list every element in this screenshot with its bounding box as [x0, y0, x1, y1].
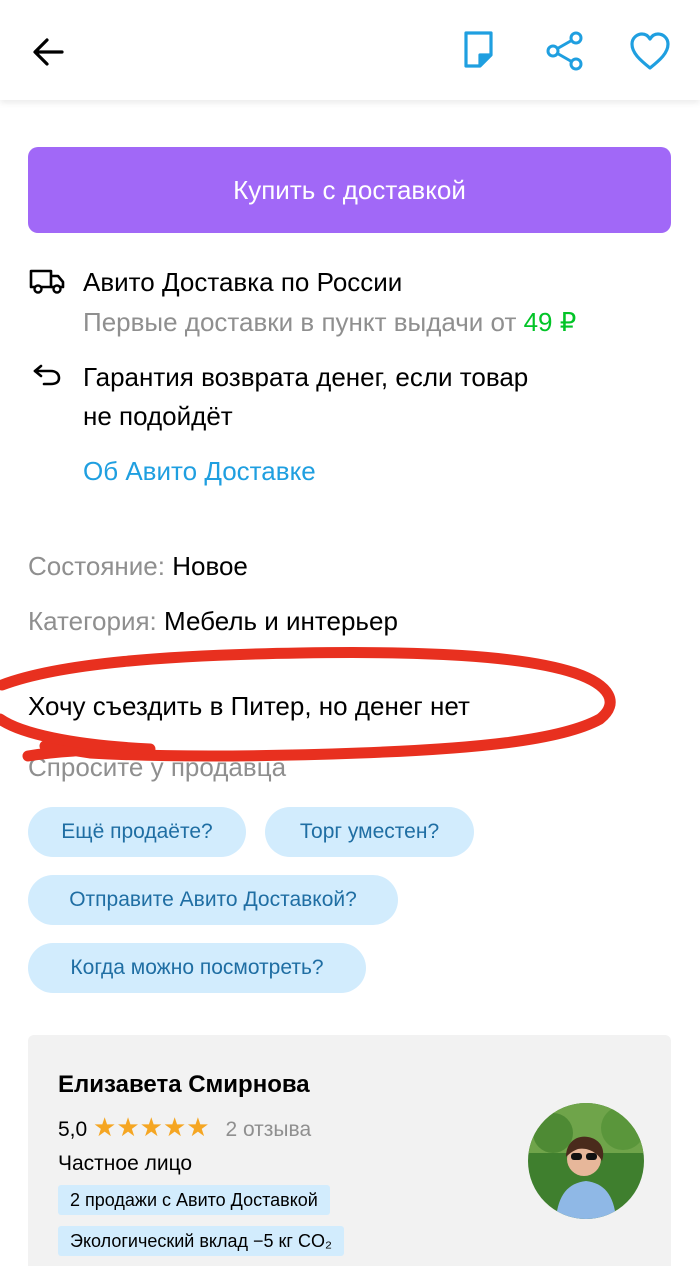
buy-with-delivery-button[interactable]: Купить с доставкой [28, 147, 671, 233]
chip-ship-delivery[interactable]: Отправите Авито Доставкой? [28, 875, 398, 925]
arrow-left-icon[interactable] [28, 32, 68, 72]
truck-icon [29, 269, 65, 294]
seller-reviews[interactable]: 2 отзыва [225, 1118, 311, 1141]
guarantee-line-2: не подойдёт [83, 401, 233, 431]
delivery-subtitle-text: Первые доставки в пункт выдачи от [83, 307, 517, 337]
category-label: Категория: [28, 606, 157, 636]
seller-sales-badge: 2 продажи с Авито Доставкой [58, 1185, 330, 1215]
heart-icon[interactable] [628, 30, 672, 72]
category-row: Категория: Мебель и интерьер [28, 606, 398, 637]
seller-eco-badge: Экологический вклад −5 кг CO₂ [58, 1226, 344, 1256]
star-icon: ★ [162, 1112, 187, 1142]
ask-seller-title: Спросите у продавца [28, 752, 287, 782]
star-icon: ★ [186, 1112, 210, 1142]
seller-rating: 5,0 [58, 1118, 88, 1141]
note-icon[interactable] [458, 28, 500, 72]
condition-value: Новое [172, 551, 248, 581]
condition-label: Состояние: [28, 551, 165, 581]
condition-row: Состояние: Новое [28, 551, 248, 582]
delivery-title: Авито Доставка по России [83, 267, 403, 297]
star-icon: ★ [139, 1112, 163, 1142]
top-bar [0, 0, 700, 100]
guarantee-line-1: Гарантия возврата денег, если товар [83, 362, 529, 392]
star-icon: ★ [116, 1112, 140, 1142]
chip-bargain[interactable]: Торг уместен? [265, 807, 474, 857]
star-icon: ★ [93, 1112, 117, 1142]
delivery-subtitle: Первые доставки в пункт выдачи от 49 ₽ [83, 307, 576, 338]
delivery-price: 49 ₽ [523, 307, 577, 337]
seller-name[interactable]: Елизавета Смирнова [58, 1071, 310, 1099]
seller-rating-row: 5,0 ★★★★★ 2 отзыва [58, 1112, 311, 1143]
chip-still-selling[interactable]: Ещё продаёте? [28, 807, 246, 857]
seller-type: Частное лицо [58, 1152, 193, 1175]
item-description: Хочу съездить в Питер, но денег нет [28, 691, 470, 721]
chip-when-view[interactable]: Когда можно посмотреть? [28, 943, 366, 993]
about-delivery-link[interactable]: Об Авито Доставке [83, 456, 316, 487]
share-icon[interactable] [544, 30, 586, 72]
return-arrow-icon [33, 364, 61, 386]
category-value: Мебель и интерьер [164, 606, 398, 636]
seller-avatar[interactable] [528, 1103, 644, 1219]
